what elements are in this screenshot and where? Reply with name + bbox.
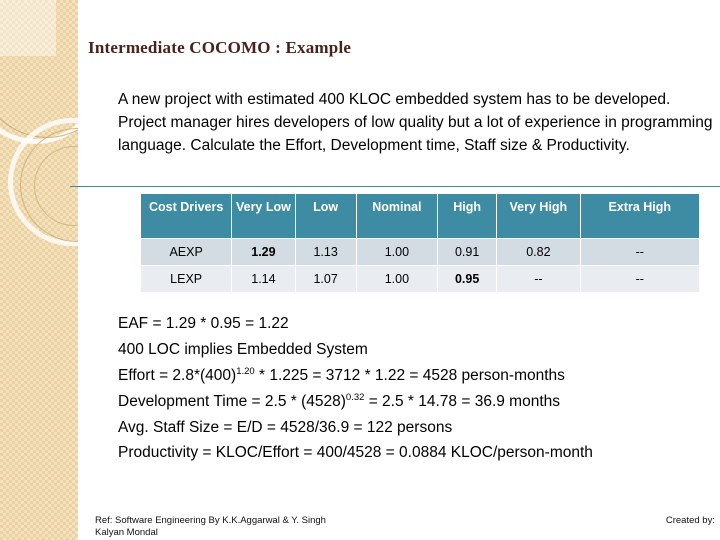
table-header-very-high: Very High (497, 194, 580, 238)
table-header-nominal: Nominal (356, 194, 438, 238)
cell-lexp-extra-high: -- (580, 266, 699, 292)
table-header-low: Low (295, 194, 356, 238)
table-header: Cost Drivers Very Low Low Nominal High V… (141, 194, 699, 238)
horizontal-divider (70, 186, 720, 187)
calc-line-development-time: Development Time = 2.5 * (4528)0.32 = 2.… (118, 389, 720, 415)
cell-aexp-low: 1.13 (295, 239, 356, 265)
cell-aexp-extra-high: -- (580, 239, 699, 265)
decorative-side-band (0, 0, 78, 540)
calc-line-productivity: Productivity = KLOC/Effort = 400/4528 = … (118, 444, 593, 461)
calc-devtime-exponent: 0.32 (345, 391, 365, 403)
cell-lexp-high: 0.95 (438, 266, 497, 292)
footer-author-text: Kalyan Mondal (95, 527, 158, 538)
calc-effort-exponent: 1.20 (236, 365, 255, 377)
cell-aexp-nominal: 1.00 (356, 239, 438, 265)
calc-effort-prefix: Effort = 2.8*(400) (118, 367, 237, 384)
table-header-extra-high: Extra High (580, 194, 699, 238)
table-header-high: High (438, 194, 497, 238)
calc-line-loc-note: 400 LOC implies Embedded System (118, 341, 368, 358)
row-label-aexp: AEXP (141, 239, 232, 265)
table-header-cost-drivers: Cost Drivers (141, 194, 232, 238)
cell-aexp-high: 0.91 (438, 239, 497, 265)
cell-lexp-very-high: -- (497, 266, 580, 292)
cell-aexp-very-low: 1.29 (232, 239, 295, 265)
footer-reference: Ref: Software Engineering By K.K.Aggarwa… (95, 515, 326, 539)
table-row: LEXP 1.14 1.07 1.00 0.95 -- -- (141, 266, 699, 292)
footer-reference-text: Ref: Software Engineering By K.K.Aggarwa… (95, 515, 326, 526)
calc-devtime-suffix: = 2.5 * 14.78 = 36.9 months (364, 393, 561, 410)
cell-lexp-low: 1.07 (295, 266, 356, 292)
calculations-list: EAF = 1.29 * 0.95 = 1.22 400 LOC implies… (118, 311, 720, 464)
slide-title: Intermediate COCOMO : Example (88, 38, 352, 57)
calc-line-effort: Effort = 2.8*(400)1.20 * 1.225 = 3712 * … (118, 363, 720, 389)
calc-devtime-prefix: Development Time = 2.5 * (4528) (118, 393, 346, 410)
footer-created-by: Created by: (665, 515, 715, 526)
cost-drivers-table: Cost Drivers Very Low Low Nominal High V… (140, 193, 700, 293)
row-label-lexp: LEXP (141, 266, 232, 292)
cell-aexp-very-high: 0.82 (497, 239, 580, 265)
calc-line-eaf: EAF = 1.29 * 0.95 = 1.22 (118, 315, 289, 332)
table-body: AEXP 1.29 1.13 1.00 0.91 0.82 -- LEXP 1.… (141, 239, 699, 292)
calc-effort-suffix: * 1.225 = 3712 * 1.22 = 4528 person-mont… (254, 367, 565, 384)
cell-lexp-very-low: 1.14 (232, 266, 295, 292)
cell-lexp-nominal: 1.00 (356, 266, 438, 292)
table-header-very-low: Very Low (232, 194, 295, 238)
slide-footer: Ref: Software Engineering By K.K.Aggarwa… (95, 515, 715, 539)
calc-line-staff-size: Avg. Staff Size = E/D = 4528/36.9 = 122 … (118, 419, 453, 436)
problem-statement-paragraph: A new project with estimated 400 KLOC em… (118, 91, 713, 154)
table-header-row: Cost Drivers Very Low Low Nominal High V… (141, 194, 699, 238)
table-row: AEXP 1.29 1.13 1.00 0.91 0.82 -- (141, 239, 699, 265)
